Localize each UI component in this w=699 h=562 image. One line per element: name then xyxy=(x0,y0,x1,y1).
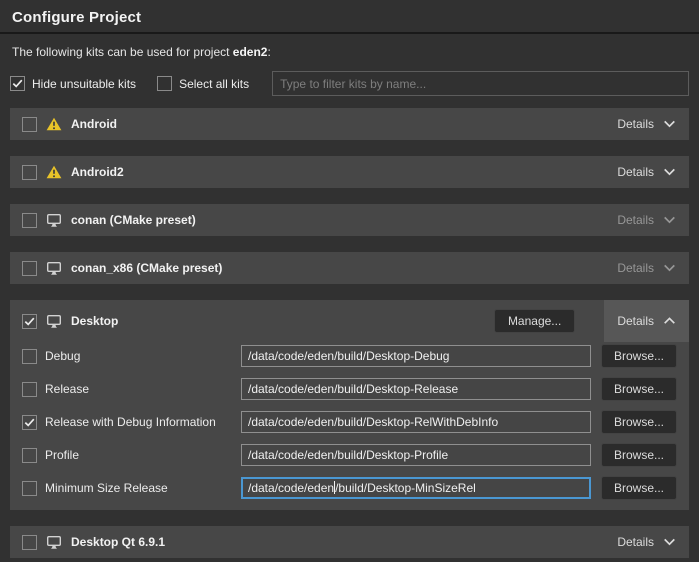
build-dir-input[interactable]: /data/code/eden/build/Desktop-Profile xyxy=(241,444,591,466)
build-dir-input[interactable]: /data/code/eden/build/Desktop-MinSizeRel xyxy=(241,477,591,499)
kit-name: Android2 xyxy=(71,165,124,179)
kit-name: Desktop Qt 6.9.1 xyxy=(71,535,165,549)
kit-list: AndroidDetailsAndroid2Detailsconan (CMak… xyxy=(10,108,689,558)
project-name: eden2 xyxy=(233,45,268,59)
kit-checkbox[interactable] xyxy=(22,261,37,276)
build-config-row: Release with Debug Information/data/code… xyxy=(22,410,677,434)
kit-name: Android xyxy=(71,117,117,131)
details-label: Details xyxy=(617,117,654,131)
header-separator xyxy=(0,32,699,34)
browse-button[interactable]: Browse... xyxy=(601,377,677,401)
config-checkbox[interactable] xyxy=(22,415,37,430)
select-all-kits-checkbox[interactable]: Select all kits xyxy=(157,76,249,91)
hide-unsuitable-kits-checkbox[interactable]: Hide unsuitable kits xyxy=(10,76,136,91)
kit-checkbox[interactable] xyxy=(22,213,37,228)
details-button[interactable]: Details xyxy=(616,261,677,275)
config-label: Profile xyxy=(45,448,233,462)
browse-button[interactable]: Browse... xyxy=(601,476,677,500)
config-checkbox[interactable] xyxy=(22,382,37,397)
build-config-row: Profile/data/code/eden/build/Desktop-Pro… xyxy=(22,443,677,467)
kit-row: Desktop Qt 6.9.1 Details xyxy=(10,526,689,558)
kit-checkbox[interactable] xyxy=(22,314,37,329)
chevron-down-icon xyxy=(663,538,676,546)
details-label: Details xyxy=(617,213,654,227)
build-config-row: Debug/data/code/eden/build/Desktop-Debug… xyxy=(22,344,677,368)
chevron-up-icon xyxy=(663,317,676,325)
details-button[interactable]: Details xyxy=(616,165,677,179)
checkbox-icon xyxy=(157,76,172,91)
build-dir-input[interactable]: /data/code/eden/build/Desktop-Debug xyxy=(241,345,591,367)
warning-icon xyxy=(46,165,62,179)
kit-checkbox[interactable] xyxy=(22,165,37,180)
config-label: Release xyxy=(45,382,233,396)
kit-header: Desktop Manage... Details xyxy=(10,300,689,342)
build-config-row: Minimum Size Release/data/code/eden/buil… xyxy=(22,476,677,500)
build-dir-input[interactable]: /data/code/eden/build/Desktop-Release xyxy=(241,378,591,400)
kit-header: Android Details xyxy=(10,108,689,140)
config-label: Release with Debug Information xyxy=(45,415,233,429)
config-checkbox[interactable] xyxy=(22,481,37,496)
details-button[interactable]: Details xyxy=(616,535,677,549)
kit-name: Desktop xyxy=(71,314,118,328)
details-label: Details xyxy=(617,261,654,275)
desktop-icon xyxy=(46,535,62,550)
kit-header: conan_x86 (CMake preset) Details xyxy=(10,252,689,284)
kit-row: Android2 Details xyxy=(10,156,689,188)
filter-kits-input[interactable] xyxy=(272,71,689,96)
kit-row: conan (CMake preset) Details xyxy=(10,204,689,236)
config-checkbox[interactable] xyxy=(22,349,37,364)
kit-checkbox[interactable] xyxy=(22,117,37,132)
intro-text: The following kits can be used for proje… xyxy=(12,45,687,59)
kit-header: Android2 Details xyxy=(10,156,689,188)
details-label: Details xyxy=(617,165,654,179)
build-config-list: Debug/data/code/eden/build/Desktop-Debug… xyxy=(10,342,689,510)
config-label: Minimum Size Release xyxy=(45,481,233,495)
config-label: Debug xyxy=(45,349,233,363)
desktop-icon xyxy=(46,261,62,276)
manage-button[interactable]: Manage... xyxy=(494,309,575,333)
browse-button[interactable]: Browse... xyxy=(601,443,677,467)
browse-button[interactable]: Browse... xyxy=(601,410,677,434)
kit-row: Android Details xyxy=(10,108,689,140)
details-label: Details xyxy=(617,535,654,549)
chevron-down-icon xyxy=(663,120,676,128)
details-label: Details xyxy=(617,314,654,328)
intro-prefix: The following kits can be used for proje… xyxy=(12,45,233,59)
kit-checkbox[interactable] xyxy=(22,535,37,550)
browse-button[interactable]: Browse... xyxy=(601,344,677,368)
kit-row: Desktop Manage... Details Debug/data/code/e… xyxy=(10,300,689,510)
select-all-kits-label: Select all kits xyxy=(179,77,249,91)
kit-header: conan (CMake preset) Details xyxy=(10,204,689,236)
warning-icon xyxy=(46,117,62,131)
page-title: Configure Project xyxy=(12,9,687,26)
details-button[interactable]: Details xyxy=(604,300,689,342)
configure-project-dialog: { "window": { "title": "Configure Projec… xyxy=(0,0,699,562)
intro-suffix: : xyxy=(267,45,270,59)
dialog-header: Configure Project xyxy=(0,0,699,32)
hide-unsuitable-kits-label: Hide unsuitable kits xyxy=(32,77,136,91)
dialog-content: The following kits can be used for proje… xyxy=(0,45,699,558)
chevron-down-icon xyxy=(663,168,676,176)
filter-row: Hide unsuitable kits Select all kits xyxy=(10,71,689,96)
checkbox-icon xyxy=(10,76,25,91)
desktop-icon xyxy=(46,314,62,329)
build-dir-input[interactable]: /data/code/eden/build/Desktop-RelWithDeb… xyxy=(241,411,591,433)
desktop-icon xyxy=(46,213,62,228)
build-config-row: Release/data/code/eden/build/Desktop-Rel… xyxy=(22,377,677,401)
details-button[interactable]: Details xyxy=(616,213,677,227)
kit-name: conan (CMake preset) xyxy=(71,213,196,227)
kit-name: conan_x86 (CMake preset) xyxy=(71,261,222,275)
kit-row: conan_x86 (CMake preset) Details xyxy=(10,252,689,284)
kit-header: Desktop Qt 6.9.1 Details xyxy=(10,526,689,558)
config-checkbox[interactable] xyxy=(22,448,37,463)
chevron-down-icon xyxy=(663,216,676,224)
chevron-down-icon xyxy=(663,264,676,272)
details-button[interactable]: Details xyxy=(616,117,677,131)
